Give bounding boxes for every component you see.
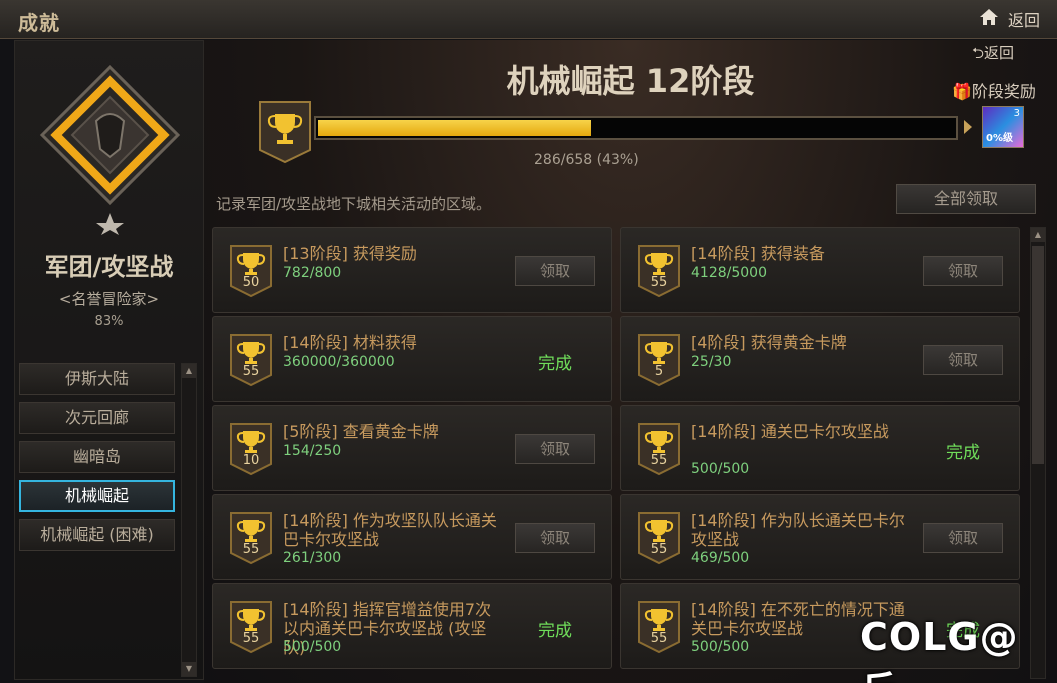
category-subtitle: <名誉冒险家> xyxy=(58,290,160,308)
trophy-badge-icon: 55 xyxy=(229,511,273,565)
achievement-title: [14阶段] 通关巴卡尔攻坚战 xyxy=(691,422,889,441)
region-description: 记录军团/攻坚战地下城相关活动的区域。 xyxy=(216,195,492,213)
achievement-progress: 261/300 xyxy=(283,550,342,566)
achievement-title: [4阶段] 获得黄金卡牌 xyxy=(691,333,847,352)
stage-progress-text: 286/658 (43%) xyxy=(534,152,639,168)
claim-button[interactable]: 领取 xyxy=(515,523,595,553)
achievement-progress: 4128/5000 xyxy=(691,265,767,281)
achievement-progress: 154/250 xyxy=(283,443,342,459)
achievement-progress: 469/500 xyxy=(691,550,750,566)
stage-progress-bar xyxy=(314,116,958,140)
claim-button[interactable]: 领取 xyxy=(515,434,595,464)
progress-arrow-icon xyxy=(964,120,972,134)
achievement-title: [5阶段] 查看黄金卡牌 xyxy=(283,422,439,441)
achievement-card: 55 [14阶段] 通关巴卡尔攻坚战 500/500 完成 xyxy=(620,405,1020,491)
region-item-jixie[interactable]: 机械崛起 xyxy=(19,480,175,512)
badge-points: 10 xyxy=(242,453,260,468)
achievement-progress: 500/500 xyxy=(691,639,750,655)
category-percent: 83% xyxy=(94,314,124,329)
achievement-window: 成就 返回 军团/攻坚战 <名誉冒险家> 83% 伊斯大陆 次元回廊 幽暗岛 机… xyxy=(0,0,1057,683)
badge-points: 55 xyxy=(650,275,668,290)
reward-tag: 0%级 xyxy=(986,133,1013,144)
stage-title: 机械崛起 12阶段 xyxy=(506,62,755,100)
achievement-card: 55 [14阶段] 获得装备 4128/5000 领取 xyxy=(620,227,1020,313)
achievement-card: 55 [14阶段] 作为队长通关巴卡尔攻坚战 469/500 领取 xyxy=(620,494,1020,580)
trophy-badge-icon xyxy=(258,100,312,164)
achievement-card: 55 [14阶段] 作为攻坚队队长通关巴卡尔攻坚战 261/300 领取 xyxy=(212,494,612,580)
category-title: 军团/攻坚战 xyxy=(44,253,174,281)
achievement-card: 5 [4阶段] 获得黄金卡牌 25/30 领取 xyxy=(620,316,1020,402)
trophy-badge-icon: 55 xyxy=(637,511,681,565)
watermark-logo: COLG@丘 xyxy=(860,615,1019,683)
badge-points: 5 xyxy=(654,364,664,379)
top-return-button[interactable]: 返回 xyxy=(1008,7,1040,31)
trophy-badge-icon: 55 xyxy=(637,422,681,476)
achievement-progress: 500/500 xyxy=(691,461,750,477)
badge-points: 55 xyxy=(650,542,668,557)
scroll-down-icon[interactable]: ▼ xyxy=(182,662,196,676)
gift-icon: 🎁 xyxy=(952,82,972,101)
badge-points: 55 xyxy=(242,364,260,379)
region-item-jixie-hard[interactable]: 机械崛起 (困难) xyxy=(19,519,175,551)
achievement-complete-label: 完成 xyxy=(946,443,980,463)
stage-reward-label: 阶段奖励 xyxy=(971,82,1036,101)
badge-points: 55 xyxy=(650,453,668,468)
achievement-card: 55 [14阶段] 材料获得 360000/360000 完成 xyxy=(212,316,612,402)
claim-button[interactable]: 领取 xyxy=(923,523,1003,553)
claim-button[interactable]: 领取 xyxy=(923,345,1003,375)
return-arrow-icon: ⮌ xyxy=(972,44,985,62)
category-emblem-icon xyxy=(38,63,182,235)
achievement-card: 50 [13阶段] 获得奖励 782/800 领取 xyxy=(212,227,612,313)
achievement-title: [13阶段] 获得奖励 xyxy=(283,244,417,263)
region-scrollbar[interactable]: ▲ ▼ xyxy=(181,363,197,677)
achievement-complete-label: 完成 xyxy=(538,621,572,641)
region-item-youan[interactable]: 幽暗岛 xyxy=(19,441,175,473)
achievement-progress: 25/30 xyxy=(691,354,732,370)
badge-points: 50 xyxy=(242,275,260,290)
stage-progress-fill xyxy=(318,120,591,136)
achievement-title: [14阶段] 获得装备 xyxy=(691,244,825,263)
trophy-badge-icon: 50 xyxy=(229,244,273,298)
main-panel: 机械崛起 12阶段 ⮌返回 🎁阶段奖励 3 0%级 286/658 (43%) xyxy=(204,40,1057,683)
return-button[interactable]: ⮌返回 xyxy=(972,42,1014,68)
category-panel: 军团/攻坚战 <名誉冒险家> 83% 伊斯大陆 次元回廊 幽暗岛 机械崛起 机械… xyxy=(14,40,204,680)
achievement-scrollbar[interactable]: ▲ xyxy=(1030,227,1046,679)
badge-points: 55 xyxy=(650,631,668,646)
achievement-progress: 782/800 xyxy=(283,265,342,281)
window-title: 成就 xyxy=(18,11,60,35)
achievement-progress: 360000/360000 xyxy=(283,354,395,370)
trophy-badge-icon: 55 xyxy=(229,333,273,387)
home-icon[interactable] xyxy=(976,6,1002,28)
trophy-badge-icon: 55 xyxy=(637,600,681,654)
return-label: 返回 xyxy=(984,44,1015,62)
scroll-thumb[interactable] xyxy=(1032,246,1044,464)
trophy-badge-icon: 5 xyxy=(637,333,681,387)
badge-points: 55 xyxy=(242,542,260,557)
claim-button[interactable]: 领取 xyxy=(923,256,1003,286)
achievement-title: [14阶段] 作为攻坚队队长通关巴卡尔攻坚战 xyxy=(283,511,497,549)
region-item-ciyuan[interactable]: 次元回廊 xyxy=(19,402,175,434)
stage-reward-button[interactable]: 🎁阶段奖励 xyxy=(952,78,1036,102)
achievement-card: 55 [14阶段] 指挥官增益使用7次以内通关巴卡尔攻坚战 (攻坚队) 500/50… xyxy=(212,583,612,669)
stage-reward-item-icon[interactable]: 3 0%级 xyxy=(982,106,1024,148)
trophy-badge-icon: 10 xyxy=(229,422,273,476)
scroll-up-icon[interactable]: ▲ xyxy=(182,364,196,378)
achievement-title: [14阶段] 材料获得 xyxy=(283,333,417,352)
achievement-card: 10 [5阶段] 查看黄金卡牌 154/250 领取 xyxy=(212,405,612,491)
title-bar: 成就 返回 xyxy=(0,0,1057,39)
scroll-up-icon[interactable]: ▲ xyxy=(1031,228,1045,242)
badge-points: 55 xyxy=(242,631,260,646)
region-item-yisi[interactable]: 伊斯大陆 xyxy=(19,363,175,395)
region-list: 伊斯大陆 次元回廊 幽暗岛 机械崛起 机械崛起 (困难) xyxy=(19,363,179,558)
claim-all-button[interactable]: 全部领取 xyxy=(896,184,1036,214)
reward-count: 3 xyxy=(1013,108,1020,119)
achievement-complete-label: 完成 xyxy=(538,354,572,374)
trophy-badge-icon: 55 xyxy=(637,244,681,298)
achievement-title: [14阶段] 作为队长通关巴卡尔攻坚战 xyxy=(691,511,905,549)
trophy-badge-icon: 55 xyxy=(229,600,273,654)
claim-button[interactable]: 领取 xyxy=(515,256,595,286)
achievement-progress: 500/500 xyxy=(283,639,342,655)
